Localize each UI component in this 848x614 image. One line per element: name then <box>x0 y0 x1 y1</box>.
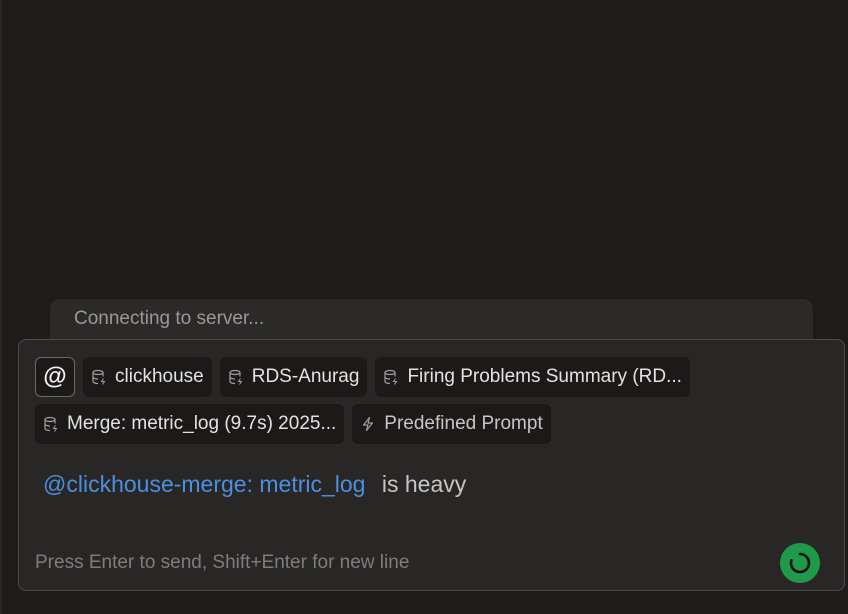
database-icon <box>229 369 243 385</box>
chip-label: Merge: metric_log (9.7s) 2025... <box>67 413 337 434</box>
spinner-icon <box>789 552 811 574</box>
context-chips-row: @ clickhouse RDS-Anurag Firing Problems … <box>35 357 690 397</box>
context-chips-row-2: Merge: metric_log (9.7s) 2025... Predefi… <box>35 404 551 444</box>
context-chip-firing-problems-summary[interactable]: Firing Problems Summary (RD... <box>375 357 690 397</box>
window-edge <box>0 0 2 614</box>
chip-label: RDS-Anurag <box>251 366 360 387</box>
message-input[interactable]: @clickhouse-merge: metric_log is heavy <box>43 471 466 498</box>
chip-label: clickhouse <box>115 366 204 387</box>
context-chip-rds-anurag[interactable]: RDS-Anurag <box>219 357 368 397</box>
connection-status-text: Connecting to server... <box>74 308 265 329</box>
context-chip-merge-metric-log[interactable]: Merge: metric_log (9.7s) 2025... <box>35 404 345 444</box>
mention-tag: @clickhouse-merge: metric_log <box>43 471 366 497</box>
send-button[interactable] <box>780 543 820 583</box>
database-icon <box>92 369 106 385</box>
context-chip-clickhouse[interactable]: clickhouse <box>83 357 212 397</box>
lightning-icon <box>363 416 374 432</box>
database-icon <box>44 416 58 432</box>
app-window: Connecting to server... @ clickhouse RDS… <box>0 0 848 614</box>
chip-label: Predefined Prompt <box>384 413 543 434</box>
message-text: is heavy <box>381 471 467 497</box>
input-hint: Press Enter to send, Shift+Enter for new… <box>35 552 410 573</box>
connection-status-bar: Connecting to server... <box>50 299 813 343</box>
mention-button-label: @ <box>43 363 67 390</box>
chat-composer[interactable]: @ clickhouse RDS-Anurag Firing Problems … <box>18 339 845 591</box>
context-chip-predefined-prompt[interactable]: Predefined Prompt <box>352 404 551 444</box>
chip-label: Firing Problems Summary (RD... <box>407 366 682 387</box>
database-icon <box>384 369 398 385</box>
mention-button[interactable]: @ <box>35 357 75 397</box>
